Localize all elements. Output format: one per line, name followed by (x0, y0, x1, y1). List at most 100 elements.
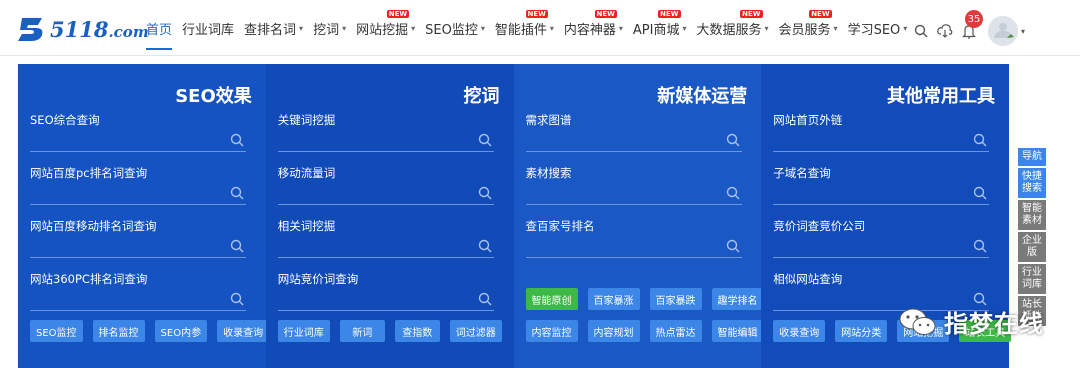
new-badge: NEW (594, 10, 617, 18)
tool-chip-button[interactable]: 词过滤器 (449, 320, 502, 342)
tool-chip-button[interactable]: 网站分类 (835, 320, 888, 342)
tool-search-field[interactable]: 查百家号排名 (525, 218, 742, 258)
nav-item-10[interactable]: 会员服务 ▾ NEW (779, 0, 838, 56)
nav-item-label: 首页 (146, 22, 173, 38)
wechat-watermark: 指梦在线 (898, 304, 1044, 339)
tool-search-field[interactable]: SEO综合查询 (30, 112, 246, 152)
field-label: 网站百度移动排名词查询 (30, 219, 157, 233)
search-icon[interactable] (478, 238, 492, 253)
tool-column-1: 挖词 关键词挖掘 移动流量词 相关词挖掘 网站竞价词查询 行业词库 新词 查指数 词过滤器 (265, 64, 514, 368)
side-nav-item[interactable]: 快捷搜索 (1018, 168, 1046, 198)
top-navigation-bar: 5118.com 首页 行业词库 查排名词 ▾ 挖词 ▾ 网站挖掘 ▾ NEW SEO监控 ▾ 智能插… (0, 0, 1080, 56)
tool-search-field[interactable]: 子域名查询 (773, 165, 990, 205)
user-avatar[interactable] (988, 16, 1018, 46)
tool-search-field[interactable]: 需求图谱 (525, 112, 742, 152)
search-icon[interactable] (726, 238, 740, 253)
search-icon[interactable] (478, 132, 492, 147)
search-icon[interactable] (478, 291, 492, 306)
tool-search-field[interactable]: 网站百度pc排名词查询 (30, 165, 246, 205)
tool-chip-button[interactable]: SEO监控 (30, 320, 83, 342)
tool-chip-button[interactable]: 收录查询 (217, 320, 270, 342)
tool-search-field[interactable]: 网站首页外链 (773, 112, 990, 152)
nav-item-1[interactable]: 行业词库 (182, 0, 234, 56)
tool-chip-button[interactable]: 智能编辑 (711, 320, 764, 342)
nav-item-label: API商城 (632, 22, 680, 38)
tool-search-field[interactable]: 关键词挖掘 (277, 112, 494, 152)
field-underline (525, 151, 742, 152)
tool-chip-button[interactable]: 行业词库 (277, 320, 330, 342)
new-badge: NEW (809, 10, 832, 18)
nav-item-label: 大数据服务 (696, 22, 762, 38)
tool-chip-button[interactable]: 百家暴跌 (649, 288, 702, 310)
nav-item-label: 智能插件 (494, 22, 547, 38)
tool-chip-button[interactable]: 内容监控 (525, 320, 578, 342)
tool-search-field[interactable]: 相关词挖掘 (277, 218, 494, 258)
search-icon[interactable] (912, 22, 930, 40)
search-icon[interactable] (973, 185, 987, 200)
site-logo[interactable]: 5118.com (16, 14, 149, 44)
user-menu-chevron-down-icon[interactable]: ▾ (1021, 27, 1025, 36)
search-icon[interactable] (478, 185, 492, 200)
chevron-down-icon: ▾ (618, 23, 623, 33)
side-nav-item[interactable]: 行业词库 (1018, 264, 1046, 294)
field-underline (525, 204, 742, 205)
tool-search-field[interactable]: 竞价词查竞价公司 (773, 218, 990, 258)
tool-chip-button[interactable]: 收录查询 (773, 320, 826, 342)
tool-search-field[interactable]: 素材搜索 (525, 165, 742, 205)
header-utilities: 35 ▾ (912, 10, 1025, 46)
tool-chip-button[interactable]: 热点雷达 (649, 320, 702, 342)
field-underline (277, 257, 494, 258)
field-label: 移动流量词 (277, 166, 336, 180)
nav-item-5[interactable]: SEO监控 ▾ (425, 0, 485, 56)
field-underline (773, 151, 990, 152)
search-icon[interactable] (973, 132, 987, 147)
tool-button-row: 行业词库 新词 查指数 词过滤器 (277, 320, 502, 342)
tool-chip-button[interactable]: 新词 (339, 320, 385, 342)
nav-item-2[interactable]: 查排名词 ▾ (244, 0, 303, 56)
nav-item-label: 内容神器 (563, 22, 616, 38)
search-icon[interactable] (973, 238, 987, 253)
search-icon[interactable] (230, 185, 244, 200)
chevron-down-icon: ▾ (299, 23, 304, 33)
nav-item-7[interactable]: 内容神器 ▾ NEW (564, 0, 623, 56)
field-label: 相关词挖掘 (277, 219, 336, 233)
search-icon[interactable] (230, 132, 244, 147)
nav-item-4[interactable]: 网站挖掘 ▾ NEW (356, 0, 415, 56)
tool-chip-button[interactable]: 查指数 (394, 320, 440, 342)
tools-mega-panel: SEO效果 SEO综合查询 网站百度pc排名词查询 网站百度移动排名词查询 网站360P… (18, 64, 1012, 368)
nav-item-11[interactable]: 学习SEO ▾ (848, 0, 908, 56)
tool-chip-button[interactable]: 排名监控 (92, 320, 145, 342)
chevron-down-icon: ▾ (342, 23, 347, 33)
tool-search-field[interactable]: 网站竞价词查询 (277, 271, 494, 311)
side-nav-item[interactable]: 智能素材 (1018, 200, 1046, 230)
search-icon[interactable] (230, 291, 244, 306)
tool-search-field[interactable]: 网站百度移动排名词查询 (30, 218, 246, 258)
tool-chip-button[interactable]: 百家暴涨 (587, 288, 640, 310)
side-nav-item[interactable]: 导航 (1018, 148, 1046, 166)
notification-bell-icon[interactable]: 35 (960, 10, 983, 40)
chevron-down-icon: ▾ (549, 23, 554, 33)
tool-search-field[interactable]: 网站360PC排名词查询 (30, 271, 246, 311)
tool-chip-button[interactable]: 内容规划 (587, 320, 640, 342)
side-nav-item[interactable]: 企业版 (1018, 232, 1046, 262)
field-label: 网站百度pc排名词查询 (30, 166, 148, 180)
cloud-download-icon[interactable] (936, 22, 954, 40)
nav-item-0[interactable]: 首页 (146, 0, 173, 56)
search-icon[interactable] (230, 238, 244, 253)
nav-item-6[interactable]: 智能插件 ▾ NEW (495, 0, 554, 56)
field-label: 网站首页外链 (773, 113, 843, 127)
tool-search-field[interactable]: 移动流量词 (277, 165, 494, 205)
search-icon[interactable] (973, 291, 987, 306)
field-underline (30, 310, 246, 311)
field-label: 素材搜索 (525, 166, 572, 180)
tool-chip-button[interactable]: SEO内参 (154, 320, 208, 342)
nav-item-8[interactable]: API商城 ▾ NEW (633, 0, 687, 56)
tool-chip-button[interactable]: 趣学排名 (711, 288, 764, 310)
search-icon[interactable] (726, 185, 740, 200)
nav-item-9[interactable]: 大数据服务 ▾ NEW (697, 0, 769, 56)
tool-chip-button[interactable]: 智能原创 (525, 288, 578, 310)
nav-item-3[interactable]: 挖词 ▾ (313, 0, 346, 56)
nav-item-label: 网站挖掘 (356, 22, 409, 38)
tool-button-row: 内容监控 内容规划 热点雷达 智能编辑 (525, 320, 764, 342)
search-icon[interactable] (726, 132, 740, 147)
